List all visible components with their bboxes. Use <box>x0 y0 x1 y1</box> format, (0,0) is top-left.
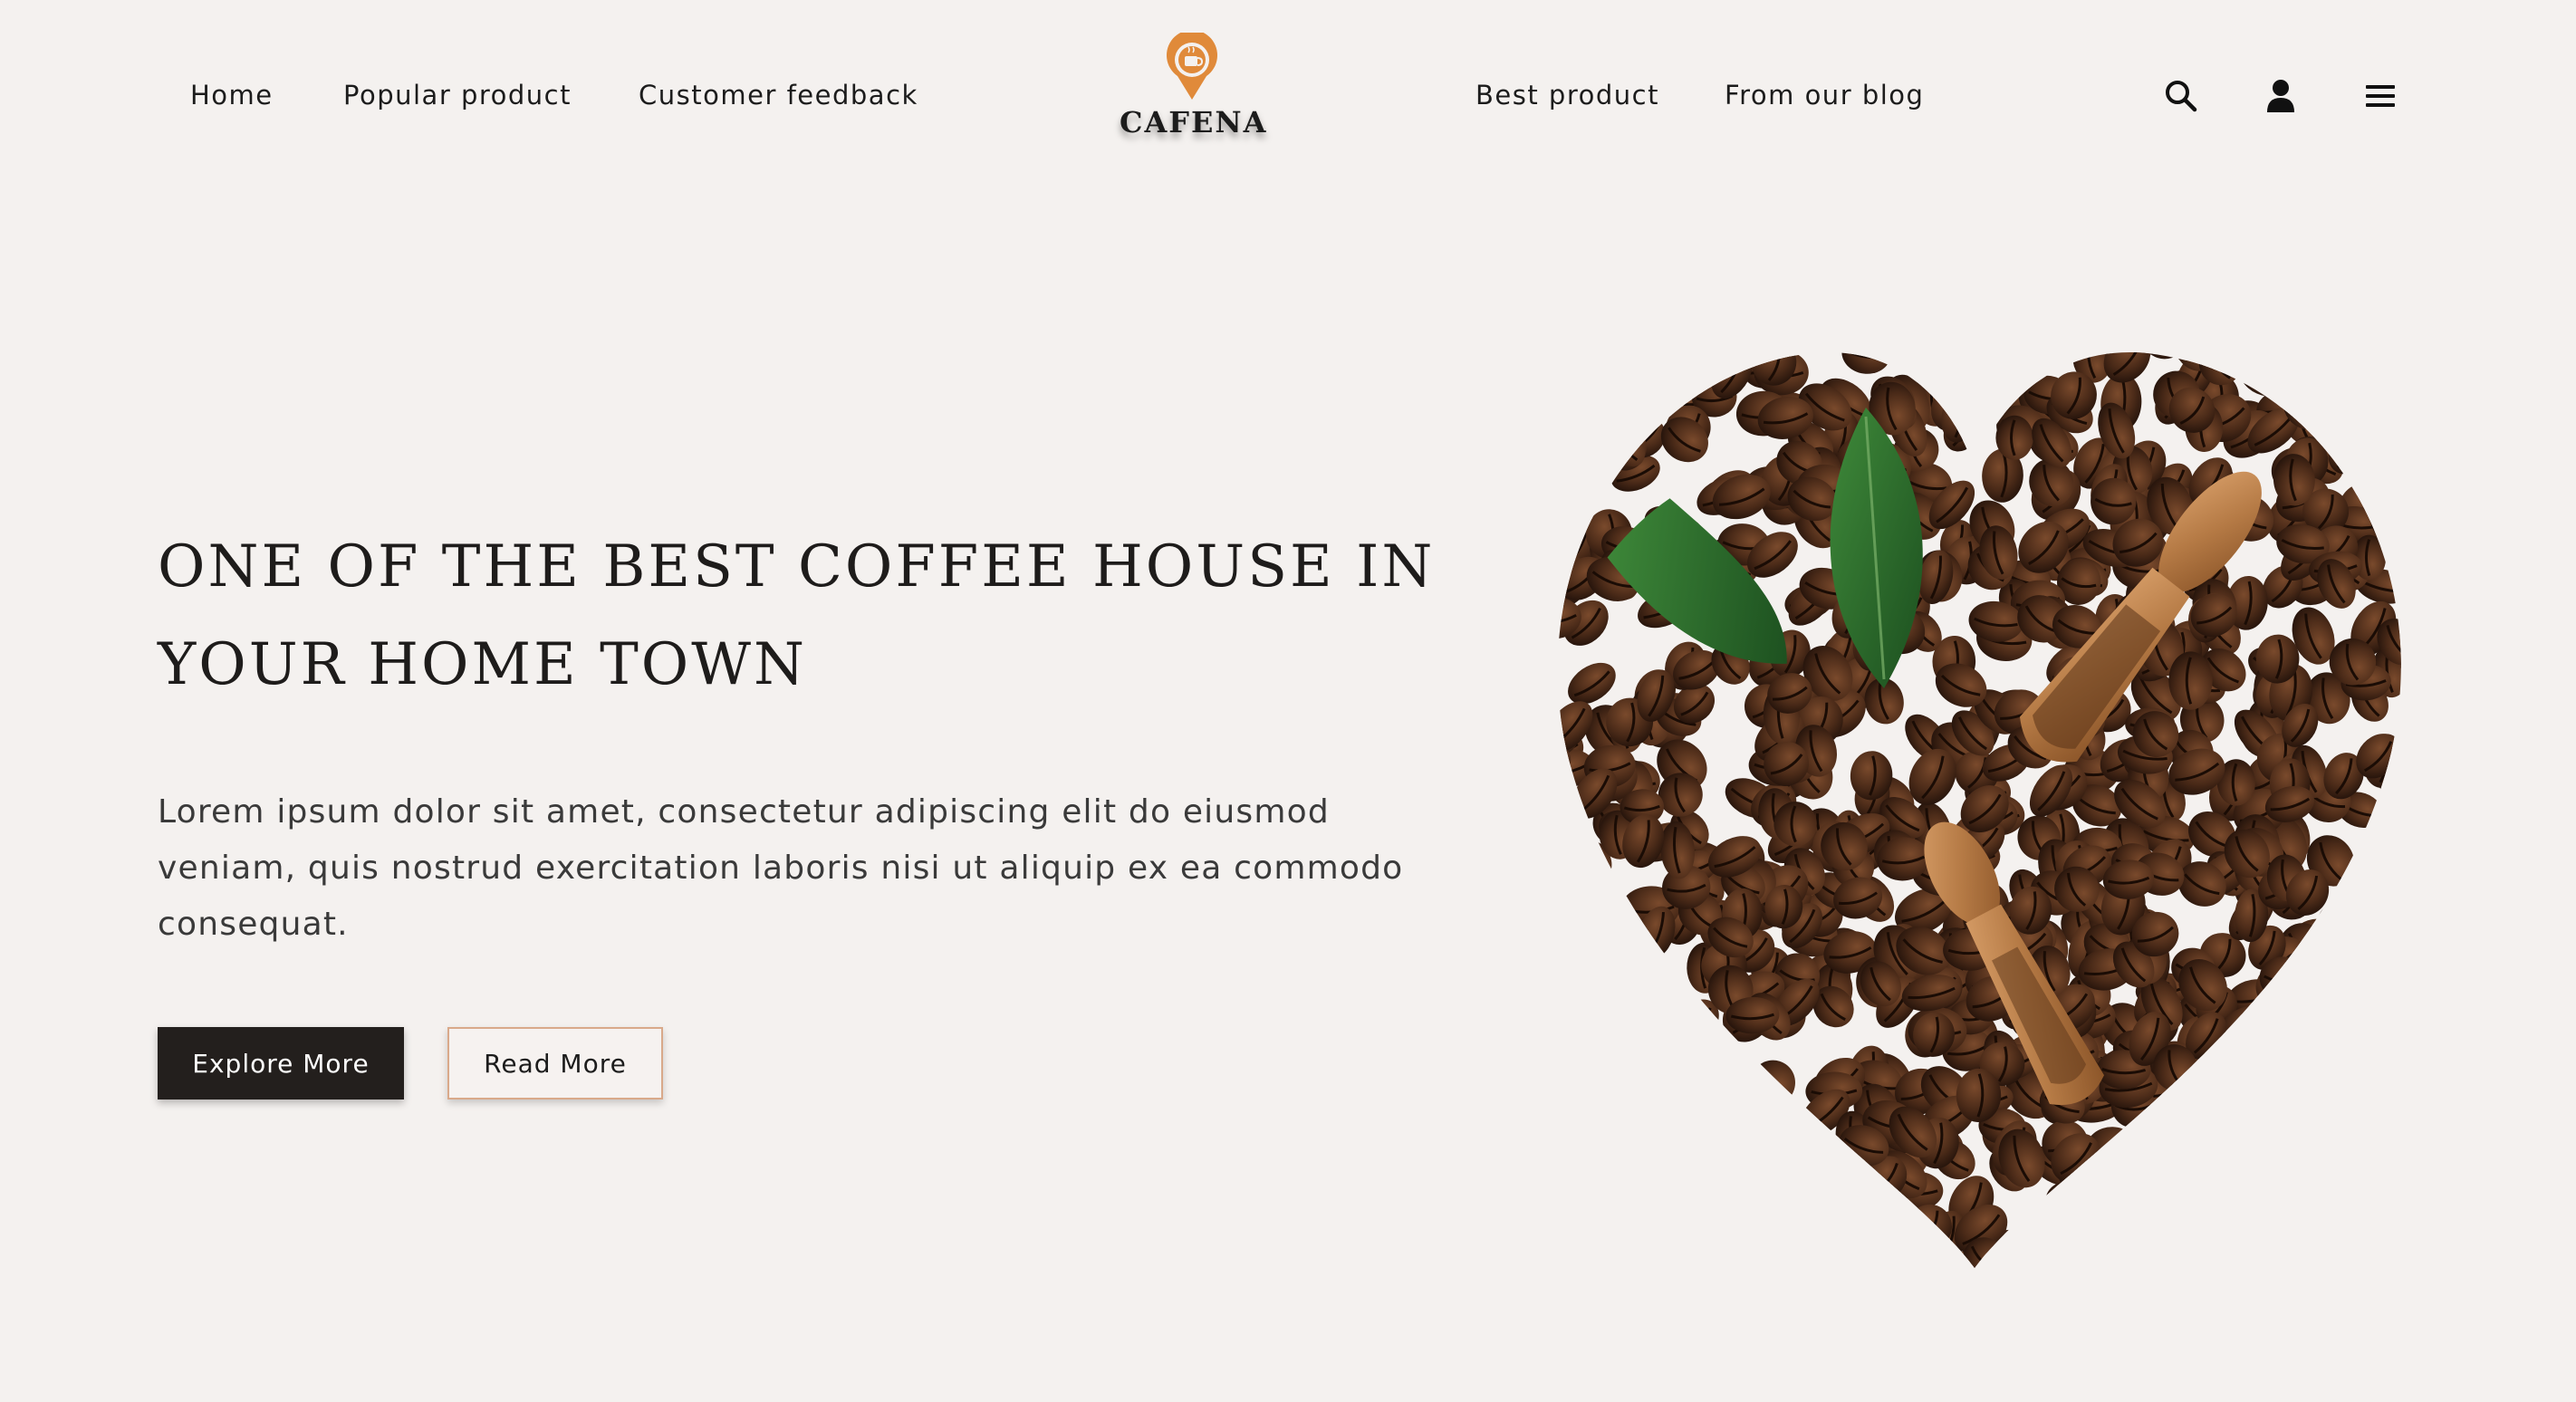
hero-title-line-2: YOUR HOME TOWN <box>158 631 807 698</box>
nav-home-link[interactable]: Home <box>190 80 274 110</box>
nav-best-product-link[interactable]: Best product <box>1475 80 1659 110</box>
explore-more-button[interactable]: Explore More <box>158 1027 404 1100</box>
coffee-beans-heart-image <box>1522 326 2427 1277</box>
logo-text: CAFENA <box>1120 105 1268 139</box>
user-icon[interactable] <box>2263 78 2299 114</box>
coffee-cup-pin-icon <box>1165 30 1219 105</box>
menu-icon[interactable] <box>2362 78 2398 114</box>
hero-description: Lorem ipsum dolor sit amet, consectetur … <box>158 793 1404 943</box>
nav-popular-product-link[interactable]: Popular product <box>343 80 572 110</box>
site-header: Home Popular product Customer feedback C… <box>0 0 2576 199</box>
hero-title: ONE OF THE BEST COFFEE HOUSE IN YOUR HOM… <box>158 518 1516 714</box>
search-icon[interactable] <box>2163 78 2199 114</box>
nav-customer-feedback-link[interactable]: Customer feedback <box>639 80 918 110</box>
hero-title-line-1: ONE OF THE BEST COFFEE HOUSE IN <box>158 533 1436 600</box>
nav-from-our-blog-link[interactable]: From our blog <box>1725 80 1924 110</box>
site-logo[interactable]: CAFENA <box>1120 30 1268 150</box>
read-more-button[interactable]: Read More <box>447 1027 663 1100</box>
